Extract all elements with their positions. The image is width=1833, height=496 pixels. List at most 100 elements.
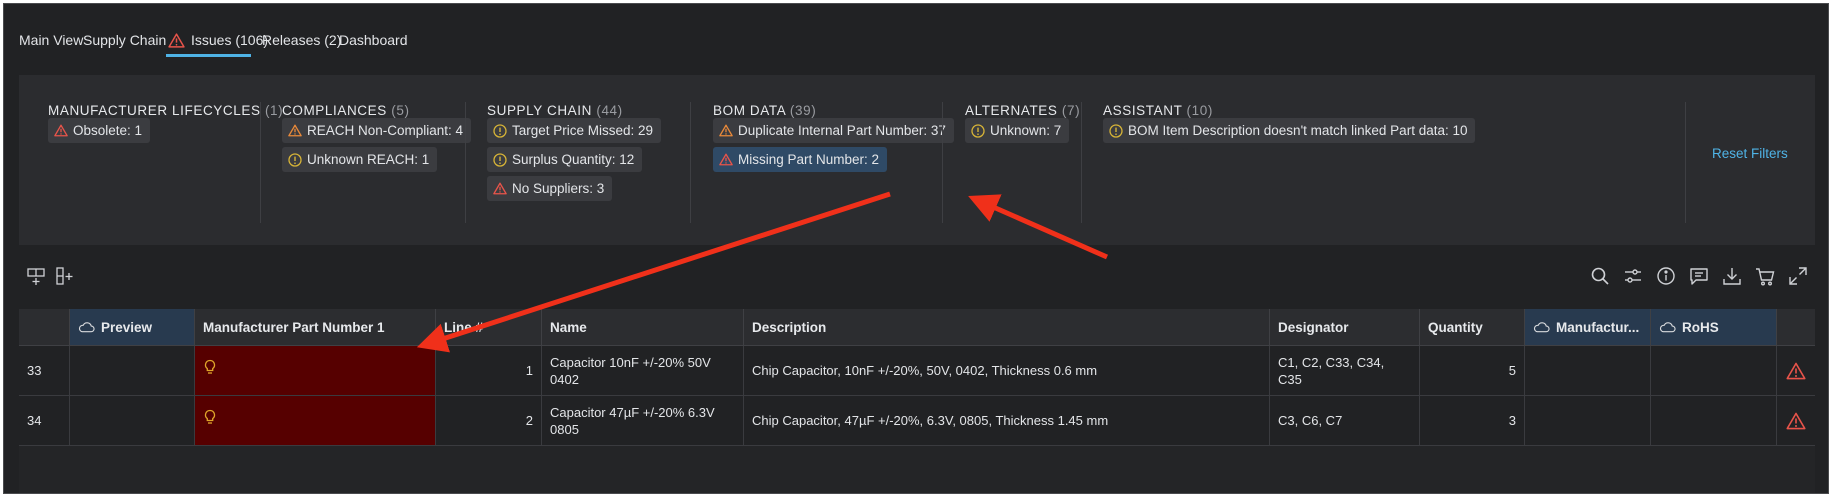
warning-triangle-icon[interactable] xyxy=(1786,362,1806,380)
exclamation-circle-icon xyxy=(288,152,302,167)
filter-sliders-icon[interactable] xyxy=(1622,265,1644,287)
tab-releases[interactable]: Releases (2) xyxy=(262,31,341,49)
chip-label: Missing Part Number: 2 xyxy=(738,152,880,167)
cloud-icon xyxy=(1533,322,1550,333)
manufacturer-part-number-cell[interactable] xyxy=(195,346,436,395)
line-number-cell[interactable]: 1 xyxy=(436,346,542,395)
filter-chip-target-price-missed[interactable]: Target Price Missed: 29 xyxy=(487,118,662,143)
column-header-rohs[interactable]: RoHS xyxy=(1651,309,1777,345)
quantity-cell[interactable]: 5 xyxy=(1420,346,1525,395)
manufacturer-cell[interactable] xyxy=(1525,346,1651,395)
bom-app-window: Main View Supply Chain Issues (106) Rele… xyxy=(3,3,1829,494)
lightbulb-icon[interactable] xyxy=(203,409,217,425)
column-header-label: Preview xyxy=(101,319,153,335)
designator-cell[interactable]: C3, C6, C7 xyxy=(1270,396,1420,445)
table-row[interactable]: 34 2 Capacitor 47µF +/-20% 6.3V 0805 Chi… xyxy=(19,396,1815,446)
warning-triangle-icon xyxy=(168,32,185,48)
view-tabs: Main View Supply Chain Issues (106) Rele… xyxy=(4,4,1828,58)
quantity-cell[interactable]: 3 xyxy=(1420,396,1525,445)
chip-label: Duplicate Internal Part Number: 37 xyxy=(738,123,946,138)
name-cell[interactable]: Capacitor 47µF +/-20% 6.3V 0805 xyxy=(542,396,744,445)
issue-filters-panel: MANUFACTURER LIFECYCLES (1) Obsolete: 1 … xyxy=(19,75,1815,245)
info-icon[interactable] xyxy=(1655,265,1677,287)
filter-chip-duplicate-internal-part-number[interactable]: Duplicate Internal Part Number: 37 xyxy=(713,118,954,143)
tab-dashboard[interactable]: Dashboard xyxy=(339,31,408,49)
column-header-manufacturer-part-number[interactable]: Manufacturer Part Number 1 xyxy=(195,309,436,345)
warning-triangle-icon xyxy=(493,182,507,195)
table-row[interactable]: 33 1 Capacitor 10nF +/-20% 50V 0402 Chip… xyxy=(19,346,1815,396)
warning-triangle-icon xyxy=(288,124,302,137)
filter-chip-reach-non-compliant[interactable]: REACH Non-Compliant: 4 xyxy=(282,118,472,143)
filter-chip-unknown-reach[interactable]: Unknown REACH: 1 xyxy=(282,147,438,172)
tab-label: Issues (106) xyxy=(191,32,269,48)
chip-label: Surplus Quantity: 12 xyxy=(512,152,635,167)
cart-icon[interactable] xyxy=(1754,265,1776,287)
column-header-designator[interactable]: Designator xyxy=(1270,309,1420,345)
tab-label: Releases (2) xyxy=(262,32,342,48)
column-header-preview[interactable]: Preview xyxy=(70,309,195,345)
tab-label: Main View xyxy=(19,32,84,48)
column-header-description[interactable]: Description xyxy=(744,309,1270,345)
table-header-row: Preview Manufacturer Part Number 1 Line … xyxy=(19,309,1815,346)
download-icon[interactable] xyxy=(1721,265,1743,287)
name-cell[interactable]: Capacitor 10nF +/-20% 50V 0402 xyxy=(542,346,744,395)
lightbulb-icon[interactable] xyxy=(203,359,217,375)
preview-cell[interactable] xyxy=(70,346,195,395)
description-cell[interactable]: Chip Capacitor, 10nF +/-20%, 50V, 0402, … xyxy=(744,346,1270,395)
designator-cell[interactable]: C1, C2, C33, C34, C35 xyxy=(1270,346,1420,395)
column-header-manufacturer[interactable]: Manufactur... xyxy=(1525,309,1651,345)
filter-divider xyxy=(942,102,943,223)
row-index: 34 xyxy=(19,396,70,445)
filter-chip-surplus-quantity[interactable]: Surplus Quantity: 12 xyxy=(487,147,643,172)
row-status-cell[interactable] xyxy=(1777,346,1815,395)
table-empty-area xyxy=(19,446,1815,493)
filter-chip-unknown-alternates[interactable]: Unknown: 7 xyxy=(965,118,1070,143)
chip-label: Target Price Missed: 29 xyxy=(512,123,654,138)
column-header-label: Manufactur... xyxy=(1556,319,1640,335)
warning-triangle-icon xyxy=(54,124,68,137)
column-header-line-number[interactable]: Line # xyxy=(436,309,542,345)
tab-issues[interactable]: Issues (106) xyxy=(168,31,268,49)
filter-divider xyxy=(690,102,691,223)
exclamation-circle-icon xyxy=(493,123,507,138)
tab-main-view[interactable]: Main View xyxy=(19,31,83,49)
chip-label: Unknown: 7 xyxy=(990,123,1062,138)
filter-group-title: SUPPLY CHAIN (44) xyxy=(487,103,623,118)
column-header-quantity[interactable]: Quantity xyxy=(1420,309,1525,345)
row-index: 33 xyxy=(19,346,70,395)
exclamation-circle-icon xyxy=(493,152,507,167)
chip-label: No Suppliers: 3 xyxy=(512,181,605,196)
add-row-icon[interactable] xyxy=(25,265,47,287)
warning-triangle-icon[interactable] xyxy=(1786,412,1806,430)
active-tab-indicator xyxy=(166,54,251,57)
filter-chip-description-mismatch[interactable]: BOM Item Description doesn't match linke… xyxy=(1103,118,1476,143)
column-header-label: RoHS xyxy=(1682,319,1719,335)
search-icon[interactable] xyxy=(1589,265,1611,287)
expand-icon[interactable] xyxy=(1787,265,1809,287)
column-header-index[interactable] xyxy=(19,309,70,345)
preview-cell[interactable] xyxy=(70,396,195,445)
row-status-cell[interactable] xyxy=(1777,396,1815,445)
chip-label: REACH Non-Compliant: 4 xyxy=(307,123,464,138)
filter-chip-no-suppliers[interactable]: No Suppliers: 3 xyxy=(487,176,613,201)
manufacturer-part-number-cell[interactable] xyxy=(195,396,436,445)
manufacturer-cell[interactable] xyxy=(1525,396,1651,445)
filter-divider xyxy=(465,102,466,223)
filter-divider xyxy=(260,102,261,223)
filter-chip-missing-part-number[interactable]: Missing Part Number: 2 xyxy=(713,147,888,172)
reset-filters-link[interactable]: Reset Filters xyxy=(1712,146,1788,161)
filter-divider xyxy=(1685,102,1686,223)
filter-chip-obsolete[interactable]: Obsolete: 1 xyxy=(48,118,151,143)
column-header-status xyxy=(1777,309,1815,345)
cloud-icon xyxy=(78,322,95,333)
line-number-cell[interactable]: 2 xyxy=(436,396,542,445)
filter-group-title: MANUFACTURER LIFECYCLES (1) xyxy=(48,103,284,118)
rohs-cell[interactable] xyxy=(1651,396,1777,445)
column-header-name[interactable]: Name xyxy=(542,309,744,345)
add-column-icon[interactable] xyxy=(54,265,76,287)
comment-icon[interactable] xyxy=(1688,265,1710,287)
rohs-cell[interactable] xyxy=(1651,346,1777,395)
description-cell[interactable]: Chip Capacitor, 47µF +/-20%, 6.3V, 0805,… xyxy=(744,396,1270,445)
filter-group-title: ASSISTANT (10) xyxy=(1103,103,1213,118)
tab-supply-chain[interactable]: Supply Chain xyxy=(83,31,166,49)
